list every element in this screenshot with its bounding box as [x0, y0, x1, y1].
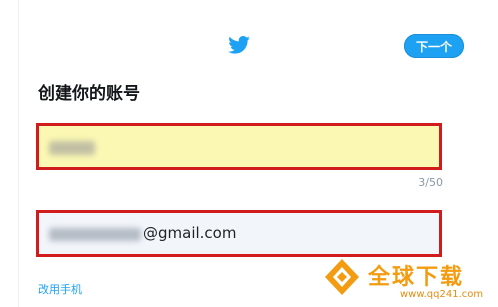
blurred-email-local-part: [49, 228, 141, 241]
watermark-url: www.qq241.com: [400, 289, 484, 300]
watermark-text: 全球下载: [368, 265, 465, 290]
email-domain-text: @gmail.com: [143, 224, 237, 242]
left-divider: [18, 0, 19, 307]
blurred-name-value: [49, 141, 95, 155]
watermark-logo-icon: [325, 259, 359, 295]
email-field[interactable]: @gmail.com: [36, 210, 442, 257]
name-field[interactable]: [36, 123, 442, 170]
use-phone-link[interactable]: 改用手机: [38, 281, 82, 297]
page-title: 创建你的账号: [38, 84, 140, 104]
name-char-counter: 3/50: [418, 176, 443, 189]
twitter-bird-icon: [228, 36, 250, 54]
watermark: 全球下载 www.qq241.com: [322, 255, 498, 307]
next-button[interactable]: 下一个: [404, 34, 464, 58]
